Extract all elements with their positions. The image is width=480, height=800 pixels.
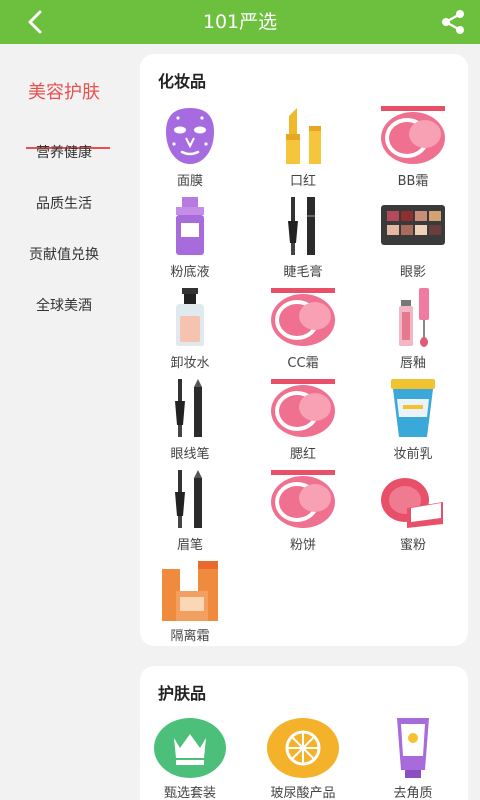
grid-item-face-mask[interactable]: 面膜: [135, 104, 245, 189]
grid-label: 眼影: [399, 265, 426, 280]
page-title: 101严选: [202, 11, 278, 33]
section-title: 化妆品: [158, 72, 207, 91]
grid-item-lipstick[interactable]: 口红: [248, 104, 358, 189]
grid-item-mascara[interactable]: 睫毛膏: [248, 195, 358, 280]
grid-item-cc-cream[interactable]: CC霜: [248, 286, 358, 371]
grid-item-isolation-cream[interactable]: 隔离霜: [135, 559, 245, 644]
grid-label: 眉笔: [176, 538, 203, 553]
section-title: 护肤品: [158, 684, 207, 703]
makeup-remover-icon: [176, 288, 204, 346]
top-bar: 101严选: [0, 0, 480, 44]
grid-item-curated-set[interactable]: 甄选套装: [135, 716, 245, 800]
grid-label: 卸妆水: [170, 356, 210, 371]
grid-label: 腮红: [289, 447, 316, 462]
grid-item-foundation[interactable]: 粉底液: [135, 195, 245, 280]
grid-item-loose-powder[interactable]: 蜜粉: [358, 468, 468, 553]
grid-label: 粉饼: [289, 538, 316, 553]
grid-label: CC霜: [287, 356, 319, 371]
loose-powder-icon: [381, 478, 443, 528]
grid-item-makeup-remover[interactable]: 卸妆水: [135, 286, 245, 371]
citrus-badge-icon: [267, 718, 339, 778]
sidebar-item-beauty[interactable]: 美容护肤: [0, 78, 128, 104]
lip-gloss-icon: [399, 288, 429, 347]
sidebar-item-wine[interactable]: 全球美酒: [0, 295, 128, 315]
sidebar-item-quality-life[interactable]: 品质生活: [0, 193, 128, 213]
grid-item-eyeshadow[interactable]: 眼影: [358, 195, 468, 280]
grid-label: 甄选套装: [163, 786, 216, 800]
grid-label: 妆前乳: [393, 447, 433, 462]
grid-item-eyeliner[interactable]: 眼线笔: [135, 377, 245, 462]
grid-item-blush[interactable]: 腮红: [248, 377, 358, 462]
foundation-bottle-icon: [176, 197, 204, 255]
grid-label: 蜜粉: [399, 538, 426, 553]
category-sidebar: 美容护肤 营养健康 品质生活 贡献值兑换 全球美酒: [0, 44, 128, 800]
compact-icon: [271, 470, 335, 528]
grid-item-hyaluronic[interactable]: 玻尿酸产品: [248, 716, 358, 800]
compact-icon: [271, 379, 335, 437]
exfoliant-tube-icon: [397, 718, 429, 778]
primer-jar-icon: [391, 379, 435, 437]
share-icon[interactable]: [438, 8, 468, 36]
grid-label: 口红: [289, 174, 316, 189]
grid-item-primer[interactable]: 妆前乳: [358, 377, 468, 462]
compact-icon: [271, 288, 335, 346]
eyeshadow-palette-icon: [381, 205, 445, 245]
eyebrow-pencil-icon: [175, 470, 202, 528]
lipstick-icon: [286, 108, 321, 164]
grid-label: 唇釉: [399, 356, 426, 371]
grid-item-bb-cream[interactable]: BB霜: [358, 104, 468, 189]
cosmetic-boxes-icon: [162, 561, 218, 621]
grid-label: BB霜: [397, 174, 429, 189]
grid-label: 玻尿酸产品: [270, 786, 336, 800]
grid-item-pressed-powder[interactable]: 粉饼: [248, 468, 358, 553]
eyeliner-icon: [175, 379, 202, 437]
sidebar-item-nutrition[interactable]: 营养健康: [0, 142, 128, 162]
grid-label: 去角质: [393, 786, 433, 800]
skincare-card: 护肤品 甄选套装 玻尿酸产品 去角质: [140, 666, 468, 800]
grid-label: 睫毛膏: [283, 265, 323, 280]
face-mask-icon: [166, 108, 214, 164]
mascara-icon: [288, 197, 315, 255]
compact-icon: [381, 106, 445, 164]
grid-label: 面膜: [176, 174, 203, 189]
grid-item-exfoliant[interactable]: 去角质: [358, 716, 468, 800]
cosmetics-card: 化妆品 面膜 口红 BB霜 粉底液 睫毛膏 眼影 卸妆水 CC霜 唇釉 眼线笔 …: [140, 54, 468, 646]
grid-item-lip-gloss[interactable]: 唇釉: [358, 286, 468, 371]
sidebar-item-contribution[interactable]: 贡献值兑换: [0, 244, 128, 264]
crown-badge-icon: [154, 718, 226, 778]
grid-item-eyebrow-pencil[interactable]: 眉笔: [135, 468, 245, 553]
grid-label: 粉底液: [170, 265, 210, 280]
grid-label: 隔离霜: [170, 629, 210, 644]
grid-label: 眼线笔: [170, 447, 210, 462]
